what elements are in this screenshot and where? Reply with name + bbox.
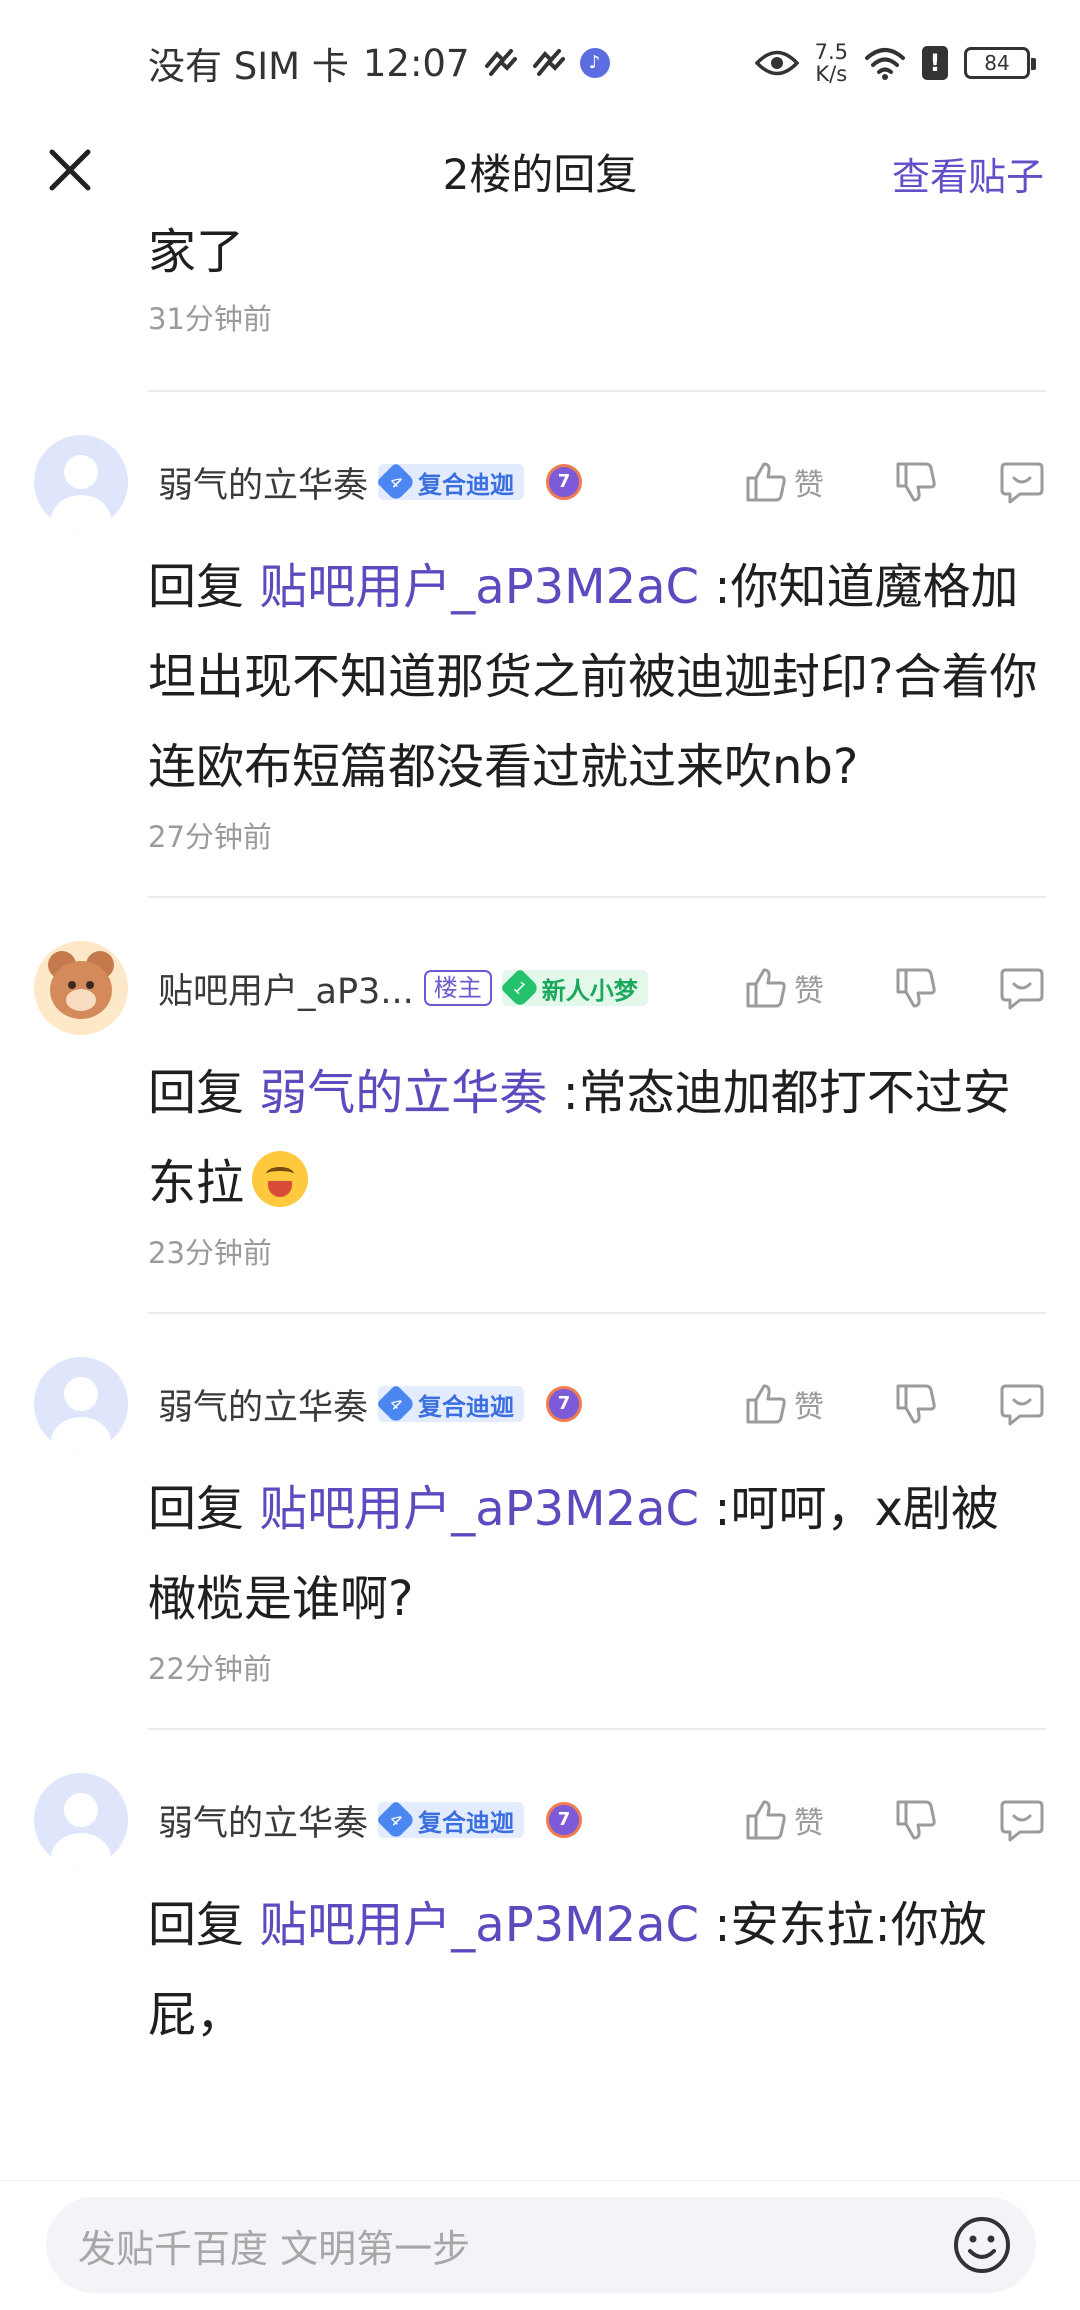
thumbs-up-icon [746, 1800, 786, 1840]
network-speed: 7.5 K/s [815, 41, 848, 85]
nav-bar: 2楼的回复 查看贴子 [0, 126, 1080, 216]
like-button[interactable]: 赞 [742, 1796, 834, 1844]
vibrate-icon-2 [532, 49, 565, 76]
reply-actions: 赞 [742, 434, 1046, 530]
speed-value: 7.5 [814, 40, 848, 64]
reply-actions: 赞 [742, 1772, 1046, 1868]
comment-input[interactable]: 发贴千百度 文明第一步 [46, 2197, 1036, 2293]
comment-icon[interactable] [998, 964, 1046, 1012]
comment-bar: 发贴千百度 文明第一步 [0, 2180, 1080, 2310]
avatar[interactable] [34, 941, 128, 1035]
avatar[interactable] [34, 1773, 128, 1867]
reply-screen: 没有 SIM 卡 12:07 ♪ 7.5 K/s ! 84 2楼的回复 查看贴子… [0, 0, 1080, 2310]
thumbs-down-icon[interactable] [892, 458, 940, 506]
reply-text: 回复 弱气的立华奏 :常态迪加都打不过安东拉 [0, 1048, 1080, 1228]
level-number: 4 [376, 462, 416, 502]
like-button[interactable]: 赞 [742, 964, 834, 1012]
reply-item[interactable]: 弱气的立华奏 4 复合迪迦 7 赞 [0, 392, 1080, 898]
vibrate-icon [484, 49, 517, 76]
wifi-icon [865, 48, 905, 80]
honor-badge-icon: 7 [546, 1802, 583, 1838]
view-post-link[interactable]: 查看贴子 [892, 146, 1044, 201]
avatar[interactable] [34, 1357, 128, 1451]
comment-icon[interactable] [998, 1380, 1046, 1428]
username[interactable]: 弱气的立华奏 [158, 1795, 368, 1846]
level-number: 4 [376, 1800, 416, 1840]
level-number: 1 [499, 968, 540, 1008]
reply-list[interactable]: 家了 31分钟前 弱气的立华奏 4 复合迪迦 7 赞 回复 贴吧用户_aP3M2… [0, 216, 1080, 2180]
comment-icon[interactable] [998, 1796, 1046, 1844]
owner-tag: 楼主 [423, 970, 492, 1006]
level-name: 复合迪迦 [418, 1392, 515, 1421]
level-badge: 4 复合迪迦 [376, 462, 525, 502]
close-icon[interactable] [44, 144, 96, 196]
level-badge: 4 复合迪迦 [376, 1384, 525, 1424]
status-right: 7.5 K/s ! 84 [754, 41, 1036, 85]
reply-actions: 赞 [742, 940, 1046, 1036]
honor-badge-icon: 7 [546, 1386, 583, 1422]
thumbs-up-icon [746, 462, 786, 502]
reply-text: 回复 贴吧用户_aP3M2aC :安东拉:你放屁， [0, 1880, 1080, 2060]
like-label: 赞 [794, 974, 824, 1009]
reply-text: 回复 贴吧用户_aP3M2aC :呵呵，x剧被橄榄是谁啊? [0, 1464, 1080, 1644]
clock-text: 12:07 [362, 41, 470, 85]
level-name: 新人小梦 [541, 976, 638, 1005]
like-button[interactable]: 赞 [742, 1380, 834, 1428]
reply-prefix: 回复 [148, 559, 245, 615]
thumbs-down-icon[interactable] [892, 1380, 940, 1428]
laughing-emoji-icon [252, 1151, 309, 1207]
page-title: 2楼的回复 [442, 149, 638, 199]
reply-item[interactable]: 贴吧用户_aP3... 楼主 1 新人小梦 赞 回复 弱气的立华奏:常态迪加都… [0, 898, 1080, 1314]
reply-time: 22分钟前 [148, 1652, 272, 1686]
partial-reply-time: 31分钟前 [148, 302, 272, 336]
reply-item[interactable]: 弱气的立华奏 4 复合迪迦 7 赞 [0, 1730, 1080, 2060]
battery-indicator: 84 [964, 47, 1036, 79]
thumbs-up-icon [746, 1384, 786, 1424]
mention-link[interactable]: 贴吧用户_aP3M2aC [259, 559, 699, 615]
music-app-icon: ♪ [579, 48, 610, 78]
reply-time: 23分钟前 [148, 1236, 272, 1270]
level-name: 复合迪迦 [418, 1808, 515, 1837]
level-badge: 4 复合迪迦 [376, 1800, 525, 1840]
level-number: 4 [376, 1384, 416, 1424]
eye-icon [754, 50, 799, 76]
mention-link[interactable]: 贴吧用户_aP3M2aC [259, 1481, 699, 1537]
reply-item[interactable]: 弱气的立华奏 4 复合迪迦 7 赞 [0, 1314, 1080, 1730]
thumbs-down-icon[interactable] [892, 1796, 940, 1844]
carrier-text: 没有 SIM 卡 [148, 45, 349, 88]
username[interactable]: 弱气的立华奏 [158, 457, 368, 508]
mention-link[interactable]: 贴吧用户_aP3M2aC [259, 1897, 699, 1953]
username[interactable]: 贴吧用户_aP3... [158, 963, 414, 1014]
thumbs-up-icon [746, 968, 786, 1008]
thumbs-down-icon[interactable] [892, 964, 940, 1012]
comment-placeholder: 发贴千百度 文明第一步 [78, 2226, 471, 2271]
reply-actions: 赞 [742, 1356, 1046, 1452]
reply-time: 27分钟前 [148, 820, 272, 854]
reply-prefix: 回复 [148, 1481, 245, 1537]
reply-prefix: 回复 [148, 1065, 245, 1121]
reply-text: 回复 贴吧用户_aP3M2aC :你知道魔格加坦出现不知道那货之前被迪迦封印?合… [0, 542, 1080, 812]
partial-reply-text: 家了 [148, 224, 245, 280]
emoji-icon[interactable] [952, 2215, 1012, 2275]
like-label: 赞 [794, 468, 824, 503]
honor-badge-icon: 7 [546, 464, 583, 500]
username[interactable]: 弱气的立华奏 [158, 1379, 368, 1430]
like-button[interactable]: 赞 [742, 458, 834, 506]
level-badge: 1 新人小梦 [499, 968, 648, 1008]
comment-icon[interactable] [998, 458, 1046, 506]
like-label: 赞 [794, 1806, 824, 1841]
speed-unit: K/s [815, 62, 848, 86]
mention-link[interactable]: 弱气的立华奏 [259, 1065, 547, 1121]
level-name: 复合迪迦 [418, 470, 515, 499]
reply-prefix: 回复 [148, 1897, 245, 1953]
status-left: 没有 SIM 卡 12:07 ♪ [148, 36, 610, 90]
sim-warning-icon: ! [922, 46, 948, 80]
avatar[interactable] [34, 435, 128, 529]
status-bar: 没有 SIM 卡 12:07 ♪ 7.5 K/s ! 84 [0, 0, 1080, 126]
like-label: 赞 [794, 1390, 824, 1425]
